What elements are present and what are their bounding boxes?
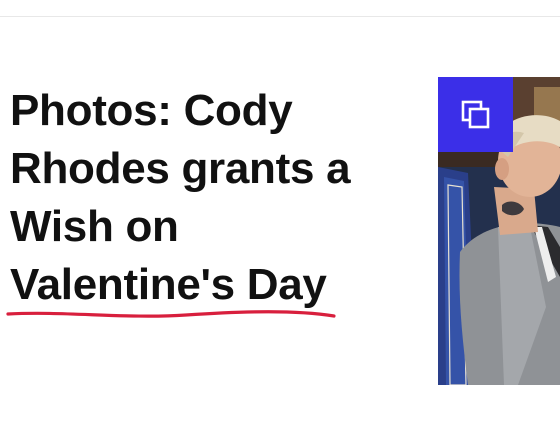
headline-underline-accent xyxy=(6,310,336,318)
article-card[interactable]: Photos: Cody Rhodes grants a Wish on Val… xyxy=(0,0,560,439)
gallery-badge[interactable] xyxy=(438,77,513,152)
gallery-icon xyxy=(461,100,489,128)
article-headline[interactable]: Photos: Cody Rhodes grants a Wish on Val… xyxy=(6,82,420,318)
headline-line-2: Rhodes grants a xyxy=(10,144,351,193)
article-thumbnail[interactable] xyxy=(438,77,560,385)
top-divider xyxy=(0,16,560,17)
headline-line-4: Valentine's Day xyxy=(10,260,327,309)
headline-line-1: Photos: Cody xyxy=(10,86,293,135)
headline-line-4-wrapper: Valentine's Day xyxy=(6,256,336,318)
headline-line-3: Wish on xyxy=(10,202,179,251)
